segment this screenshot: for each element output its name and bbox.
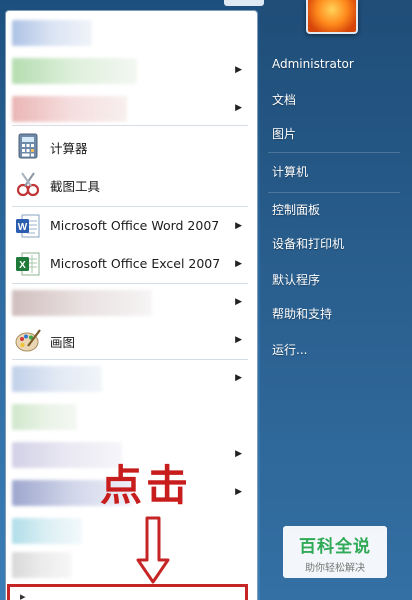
blurred-item — [12, 518, 82, 544]
watermark-title: 百科全说 — [299, 537, 371, 557]
list-item-paint[interactable]: 画图 ▶ — [8, 322, 252, 360]
right-item-username[interactable]: Administrator — [272, 54, 354, 74]
scissors-icon — [16, 172, 40, 197]
paint-label: 画图 — [50, 335, 76, 350]
watermark-logo: 百科全说 助你轻松解决 — [283, 526, 387, 578]
annotation-box-partial-icon: ▸ — [20, 590, 26, 600]
watermark-subtitle: 助你轻松解决 — [305, 563, 365, 574]
chevron-right-icon: ▶ — [235, 335, 242, 345]
word-icon: W — [16, 214, 40, 238]
blurred-item — [12, 552, 72, 578]
annotation-highlight-box — [7, 584, 248, 600]
chevron-right-icon: ▶ — [235, 373, 242, 383]
right-item-control-panel[interactable]: 控制面板 — [272, 200, 320, 220]
excel-label: Microsoft Office Excel 2007 — [50, 256, 221, 271]
right-item-help-support[interactable]: 帮助和支持 — [272, 304, 332, 324]
chevron-right-icon: ▶ — [235, 297, 242, 307]
calculator-label: 计算器 — [50, 141, 88, 156]
right-separator — [268, 192, 400, 193]
right-item-documents[interactable]: 文档 — [272, 90, 296, 110]
word-label: Microsoft Office Word 2007 — [50, 218, 220, 233]
list-item[interactable]: ▶ — [8, 52, 252, 90]
list-item[interactable] — [8, 512, 252, 550]
right-separator — [268, 152, 400, 153]
snipping-tool-label: 截图工具 — [50, 179, 101, 194]
list-item[interactable] — [8, 398, 252, 436]
right-item-computer[interactable]: 计算机 — [272, 162, 308, 182]
blurred-item — [12, 290, 152, 316]
blurred-item — [12, 96, 127, 122]
right-item-pictures[interactable]: 图片 — [272, 124, 296, 144]
chevron-right-icon: ▶ — [235, 449, 242, 459]
list-item[interactable]: ▶ — [8, 90, 252, 128]
chevron-right-icon: ▶ — [235, 221, 242, 231]
paint-palette-icon — [15, 329, 41, 352]
list-item[interactable]: ▶ — [8, 360, 252, 398]
blurred-item — [12, 58, 137, 84]
blurred-item — [12, 20, 92, 46]
right-item-default-programs[interactable]: 默认程序 — [272, 270, 320, 290]
list-item[interactable]: ▶ — [8, 284, 252, 322]
right-item-run[interactable]: 运行... — [272, 340, 307, 360]
annotation-arrow-down-icon — [136, 516, 170, 584]
blurred-item — [12, 404, 77, 430]
list-item[interactable] — [8, 546, 252, 584]
blurred-item — [12, 366, 102, 392]
separator — [12, 206, 248, 207]
chevron-right-icon: ▶ — [235, 259, 242, 269]
separator — [12, 125, 248, 126]
chevron-right-icon: ▶ — [235, 65, 242, 75]
list-item-calculator[interactable]: 计算器 — [8, 128, 252, 166]
list-item-word[interactable]: W Microsoft Office Word 2007 ▶ — [8, 208, 252, 246]
svg-text:W: W — [18, 222, 28, 233]
list-item[interactable] — [8, 14, 252, 52]
annotation-label: 点击 — [100, 461, 193, 510]
list-item-snipping-tool[interactable]: 截图工具 — [8, 166, 252, 204]
svg-text:X: X — [19, 260, 26, 271]
excel-icon: X — [16, 252, 40, 276]
right-item-devices-printers[interactable]: 设备和打印机 — [272, 234, 344, 254]
top-highlight — [224, 0, 264, 6]
calculator-icon — [18, 133, 38, 159]
list-item-excel[interactable]: X Microsoft Office Excel 2007 ▶ — [8, 246, 252, 284]
user-avatar[interactable] — [306, 0, 358, 34]
chevron-right-icon: ▶ — [235, 103, 242, 113]
chevron-right-icon: ▶ — [235, 487, 242, 497]
